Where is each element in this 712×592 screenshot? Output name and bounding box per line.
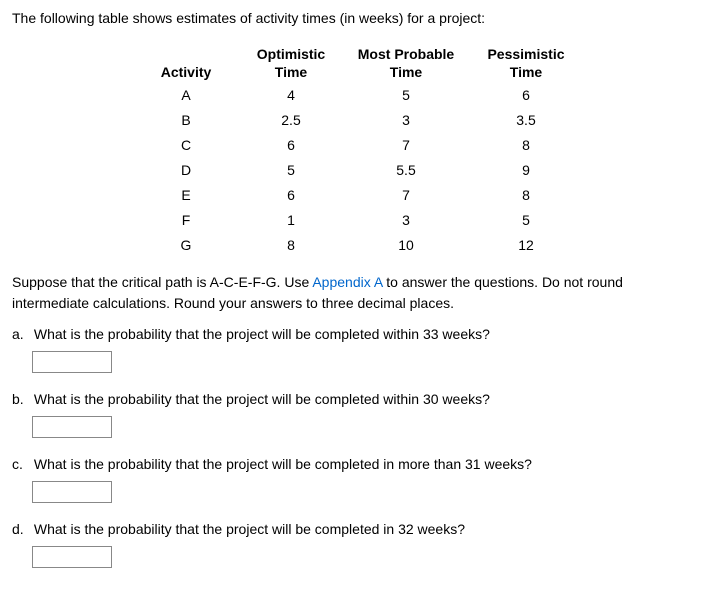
cell-pess: 8 xyxy=(471,183,581,208)
cell-mp: 3 xyxy=(341,208,471,233)
question-label: What is the probability that the project… xyxy=(34,326,490,342)
question-block: b. What is the probability that the proj… xyxy=(12,389,700,438)
question-label: What is the probability that the project… xyxy=(34,456,532,472)
cell-activity: F xyxy=(131,208,241,233)
answer-input[interactable] xyxy=(32,416,112,438)
question-text: d. What is the probability that the proj… xyxy=(12,519,700,540)
cell-pess: 8 xyxy=(471,133,581,158)
cell-opt: 8 xyxy=(241,233,341,258)
cell-mp: 3 xyxy=(341,108,471,133)
instr-pre: Suppose that the critical path is A-C-E-… xyxy=(12,274,312,290)
col-optimistic: Optimistic Time xyxy=(241,43,341,83)
cell-mp: 5.5 xyxy=(341,158,471,183)
cell-pess: 5 xyxy=(471,208,581,233)
cell-activity: B xyxy=(131,108,241,133)
question-marker: c. xyxy=(12,454,30,475)
cell-mp: 10 xyxy=(341,233,471,258)
question-text: b. What is the probability that the proj… xyxy=(12,389,700,410)
header-optimistic-sub: Time xyxy=(241,63,341,81)
header-optimistic-top: Optimistic xyxy=(257,46,325,62)
appendix-link[interactable]: Appendix A xyxy=(312,274,382,290)
cell-pess: 6 xyxy=(471,83,581,108)
cell-mp: 7 xyxy=(341,133,471,158)
col-mostprobable: Most Probable Time xyxy=(341,43,471,83)
question-block: d. What is the probability that the proj… xyxy=(12,519,700,568)
cell-opt: 2.5 xyxy=(241,108,341,133)
cell-activity: D xyxy=(131,158,241,183)
cell-mp: 5 xyxy=(341,83,471,108)
header-pessimistic-sub: Time xyxy=(471,63,581,81)
col-activity: Activity xyxy=(131,43,241,83)
table-header-row: Activity Optimistic Time Most Probable T… xyxy=(131,43,581,83)
cell-opt: 6 xyxy=(241,183,341,208)
answer-container xyxy=(32,351,700,373)
header-activity: Activity xyxy=(161,64,212,80)
activity-table: Activity Optimistic Time Most Probable T… xyxy=(131,43,581,258)
question-block: c. What is the probability that the proj… xyxy=(12,454,700,503)
answer-input[interactable] xyxy=(32,481,112,503)
cell-opt: 5 xyxy=(241,158,341,183)
activity-table-container: Activity Optimistic Time Most Probable T… xyxy=(12,43,700,258)
cell-activity: E xyxy=(131,183,241,208)
answer-input[interactable] xyxy=(32,351,112,373)
cell-opt: 1 xyxy=(241,208,341,233)
instructions: Suppose that the critical path is A-C-E-… xyxy=(12,272,700,314)
cell-opt: 4 xyxy=(241,83,341,108)
table-row: B2.533.5 xyxy=(131,108,581,133)
answer-container xyxy=(32,416,700,438)
cell-mp: 7 xyxy=(341,183,471,208)
table-row: D55.59 xyxy=(131,158,581,183)
cell-pess: 9 xyxy=(471,158,581,183)
cell-pess: 12 xyxy=(471,233,581,258)
question-marker: d. xyxy=(12,519,30,540)
question-text: c. What is the probability that the proj… xyxy=(12,454,700,475)
table-row: F135 xyxy=(131,208,581,233)
question-marker: a. xyxy=(12,324,30,345)
cell-opt: 6 xyxy=(241,133,341,158)
question-block: a. What is the probability that the proj… xyxy=(12,324,700,373)
table-row: C678 xyxy=(131,133,581,158)
answer-input[interactable] xyxy=(32,546,112,568)
header-mostprob-top: Most Probable xyxy=(358,46,454,62)
intro-text: The following table shows estimates of a… xyxy=(12,8,700,29)
question-label: What is the probability that the project… xyxy=(34,521,465,537)
cell-activity: G xyxy=(131,233,241,258)
table-row: G81012 xyxy=(131,233,581,258)
answer-container xyxy=(32,546,700,568)
cell-activity: A xyxy=(131,83,241,108)
col-pessimistic: Pessimistic Time xyxy=(471,43,581,83)
question-label: What is the probability that the project… xyxy=(34,391,490,407)
question-text: a. What is the probability that the proj… xyxy=(12,324,700,345)
header-mostprob-sub: Time xyxy=(341,63,471,81)
table-row: A456 xyxy=(131,83,581,108)
answer-container xyxy=(32,481,700,503)
cell-activity: C xyxy=(131,133,241,158)
question-marker: b. xyxy=(12,389,30,410)
cell-pess: 3.5 xyxy=(471,108,581,133)
header-pessimistic-top: Pessimistic xyxy=(487,46,564,62)
table-row: E678 xyxy=(131,183,581,208)
